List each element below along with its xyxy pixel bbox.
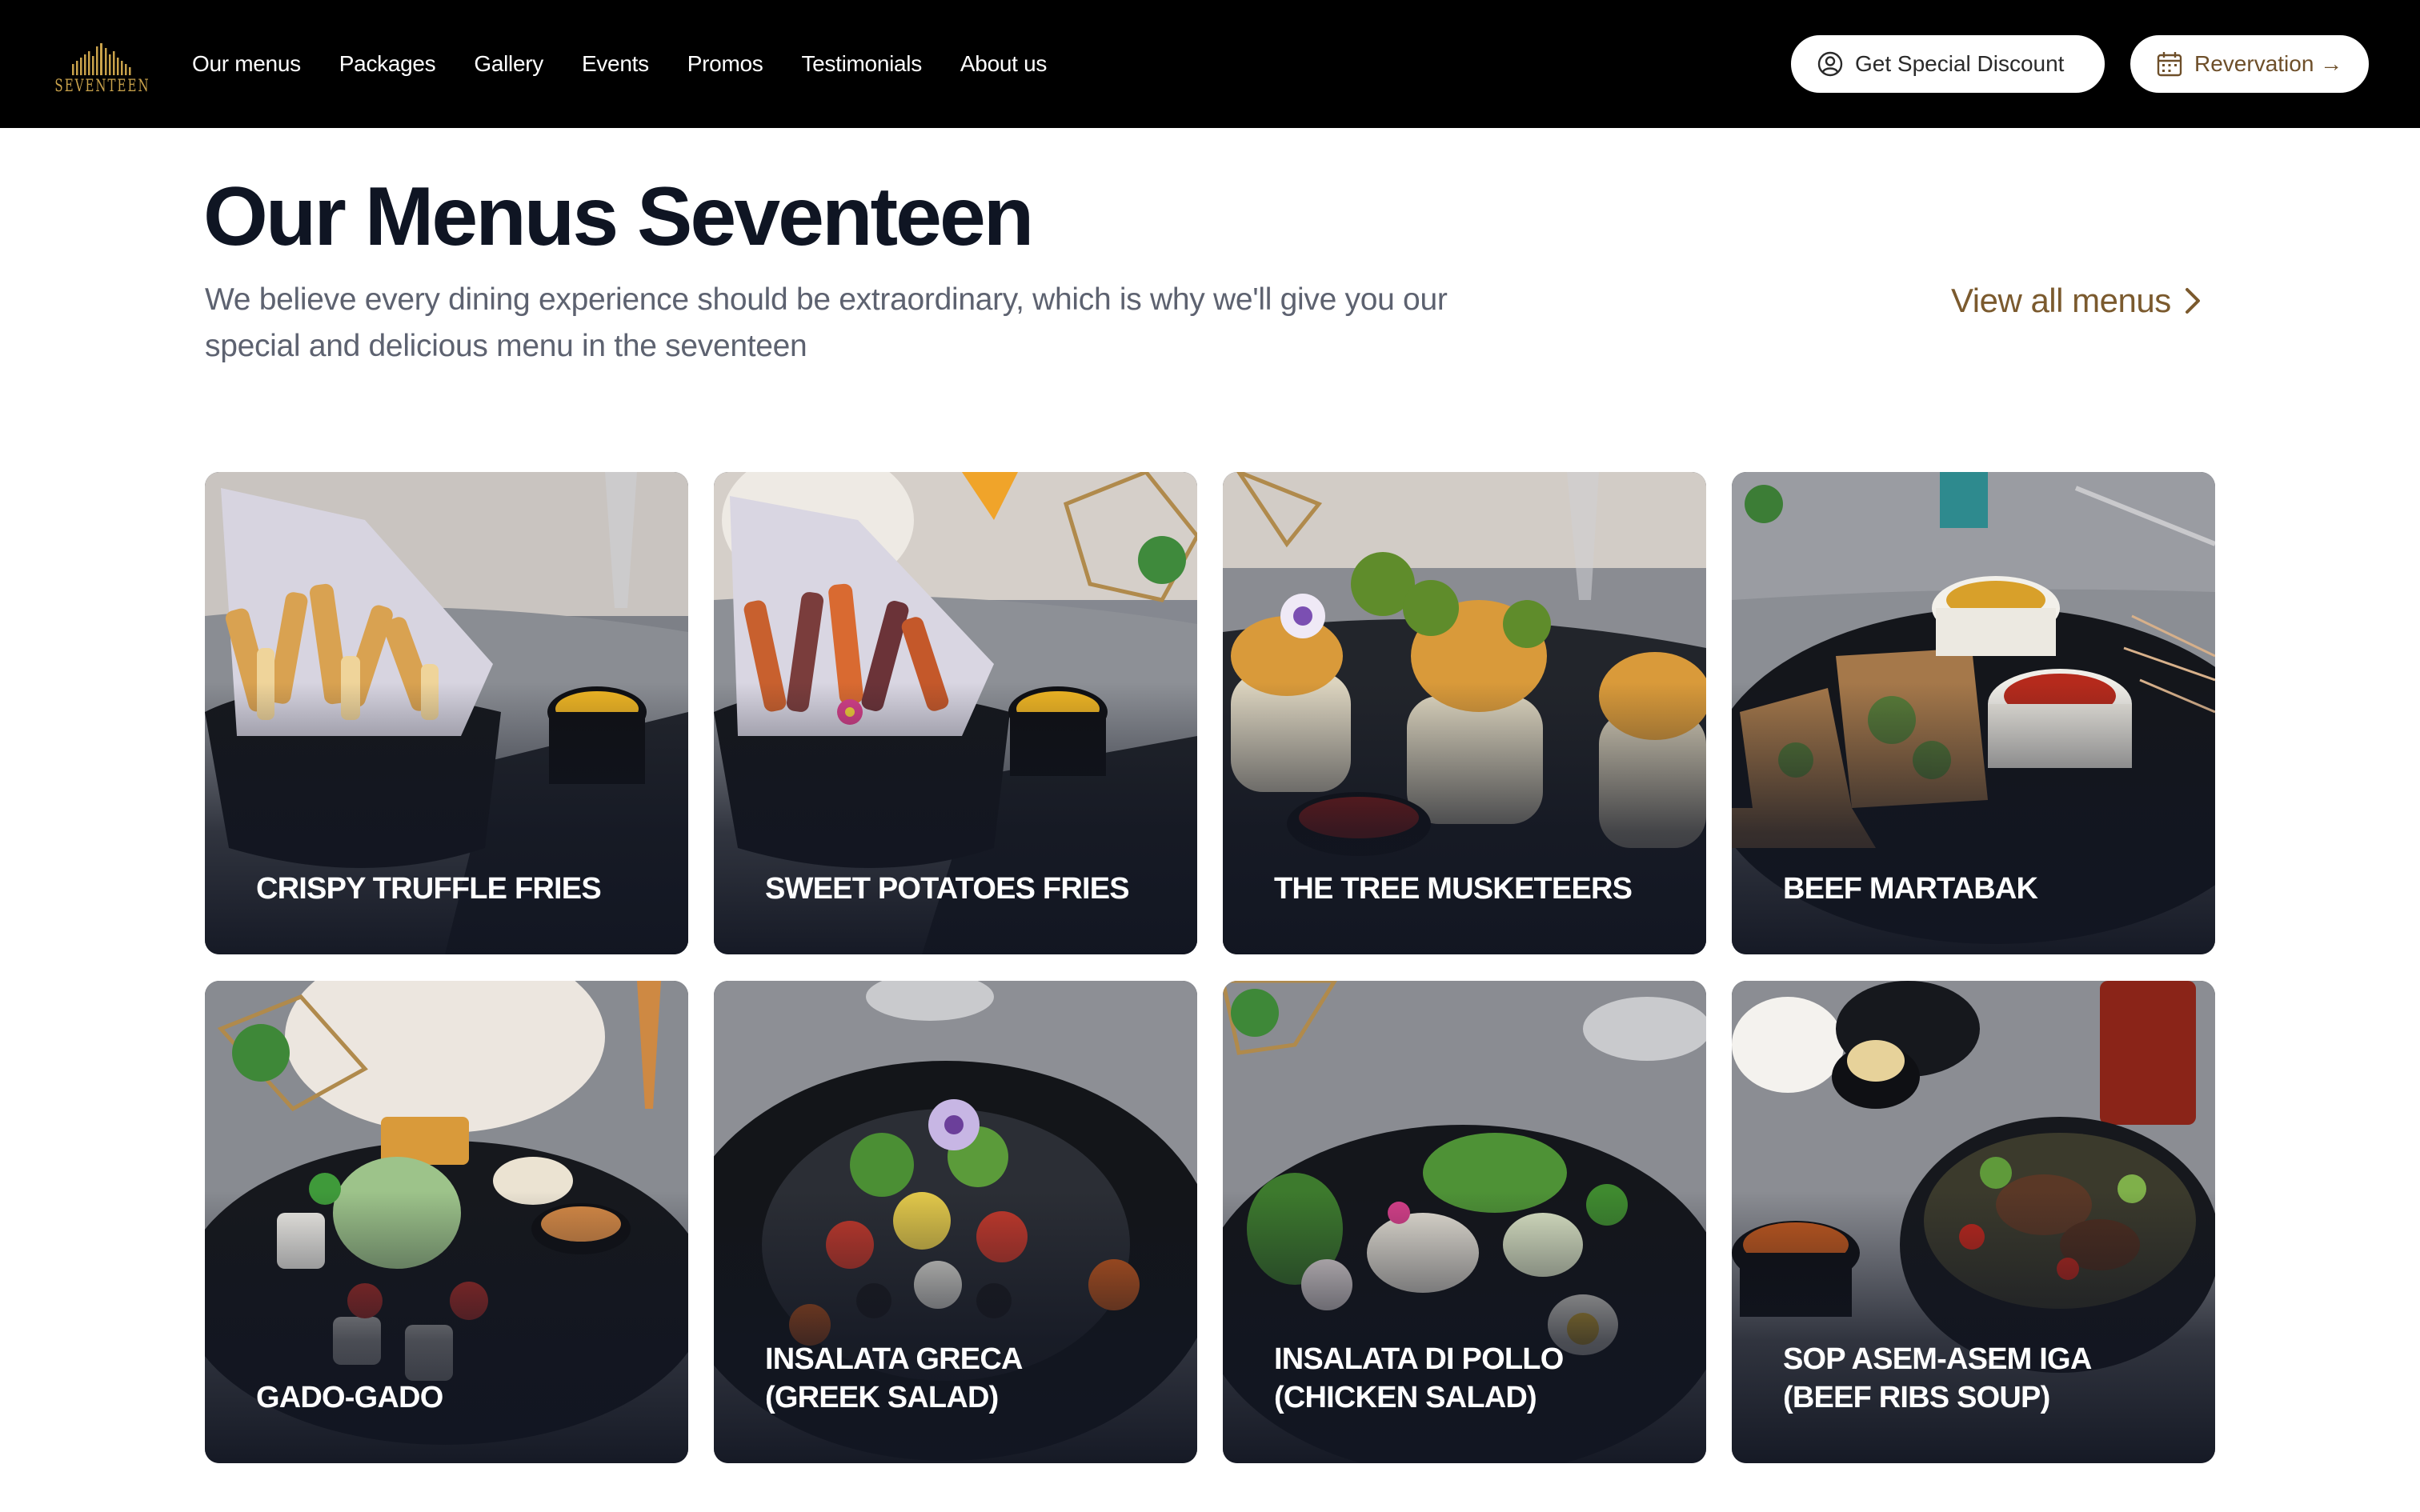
card-gradient-overlay <box>1223 682 1706 954</box>
nav-our-menus[interactable]: Our menus <box>192 51 301 77</box>
menu-card-title: THE TREE MUSKETEERS <box>1274 872 1633 906</box>
card-gradient-overlay <box>1732 682 2215 954</box>
nav-events[interactable]: Events <box>582 51 649 77</box>
menu-card-gado-gado[interactable]: GADO-GADO <box>205 981 688 1463</box>
card-gradient-overlay <box>714 682 1197 954</box>
reservation-button[interactable]: Revervation → <box>2130 35 2369 93</box>
menu-card-title: BEEF MARTABAK <box>1783 872 2038 906</box>
calendar-icon <box>2157 52 2182 77</box>
get-special-discount-label: Get Special Discount <box>1855 51 2065 76</box>
chevron-right-icon <box>2185 288 2200 314</box>
view-all-menus-label: View all menus <box>1951 282 2171 319</box>
card-gradient-overlay <box>1732 1191 2215 1463</box>
section-description: We believe every dining experience shoul… <box>205 282 1448 363</box>
card-gradient-overlay <box>714 1191 1197 1463</box>
menu-card-insalata-di-pollo[interactable]: INSALATA DI POLLO (CHICKEN SALAD) <box>1223 981 1706 1463</box>
menu-card-title: INSALATA DI POLLO (CHICKEN SALAD) <box>1274 1342 1564 1414</box>
nav-packages[interactable]: Packages <box>339 51 436 77</box>
menu-card-title: SOP ASEM-ASEM IGA (BEEF RIBS SOUP) <box>1783 1342 2091 1414</box>
menu-grid: CRISPY TRUFFLE FRIES SWEET POTATOES FRIE… <box>205 472 2217 1464</box>
menu-card-insalata-greca[interactable]: INSALATA GRECA (GREEK SALAD) <box>714 981 1197 1463</box>
top-navigation-bar: SEVENTEEN Our menus Packages Gallery Eve… <box>0 0 2420 128</box>
card-gradient-overlay <box>1223 1191 1706 1463</box>
menu-card-sop-asem-asem-iga[interactable]: SOP ASEM-ASEM IGA (BEEF RIBS SOUP) <box>1732 981 2215 1463</box>
nav-about-us[interactable]: About us <box>960 51 1047 77</box>
logo-wordmark: SEVENTEEN <box>54 75 150 96</box>
nav-gallery[interactable]: Gallery <box>474 51 543 77</box>
user-circle-icon <box>1817 51 1843 77</box>
nav-promos[interactable]: Promos <box>687 51 763 77</box>
menu-card-the-tree-musketeers[interactable]: THE TREE MUSKETEERS <box>1223 472 1706 954</box>
card-gradient-overlay <box>205 682 688 954</box>
menu-card-title: CRISPY TRUFFLE FRIES <box>256 872 602 906</box>
nav-testimonials[interactable]: Testimonials <box>801 51 922 77</box>
reservation-label: Revervation → <box>2194 51 2343 76</box>
get-special-discount-button[interactable]: Get Special Discount <box>1791 35 2105 93</box>
menu-card-title: GADO-GADO <box>256 1381 443 1414</box>
menu-card-beef-martabak[interactable]: BEEF MARTABAK <box>1732 472 2215 954</box>
card-gradient-overlay <box>205 1191 688 1463</box>
view-all-menus-link[interactable]: View all menus <box>1951 277 2203 325</box>
menu-card-sweet-potatoes-fries[interactable]: SWEET POTATOES FRIES <box>714 472 1197 954</box>
page-title: Our Menus Seventeen <box>203 170 1034 263</box>
logo-bars-icon <box>72 43 131 75</box>
main-nav: Our menus Packages Gallery Events Promos… <box>192 0 1047 128</box>
menu-card-title: SWEET POTATOES FRIES <box>765 872 1130 906</box>
menu-card-crispy-truffle-fries[interactable]: CRISPY TRUFFLE FRIES <box>205 472 688 954</box>
seventeen-logo[interactable]: SEVENTEEN <box>54 34 149 96</box>
menu-card-title: INSALATA GRECA (GREEK SALAD) <box>765 1342 1022 1414</box>
